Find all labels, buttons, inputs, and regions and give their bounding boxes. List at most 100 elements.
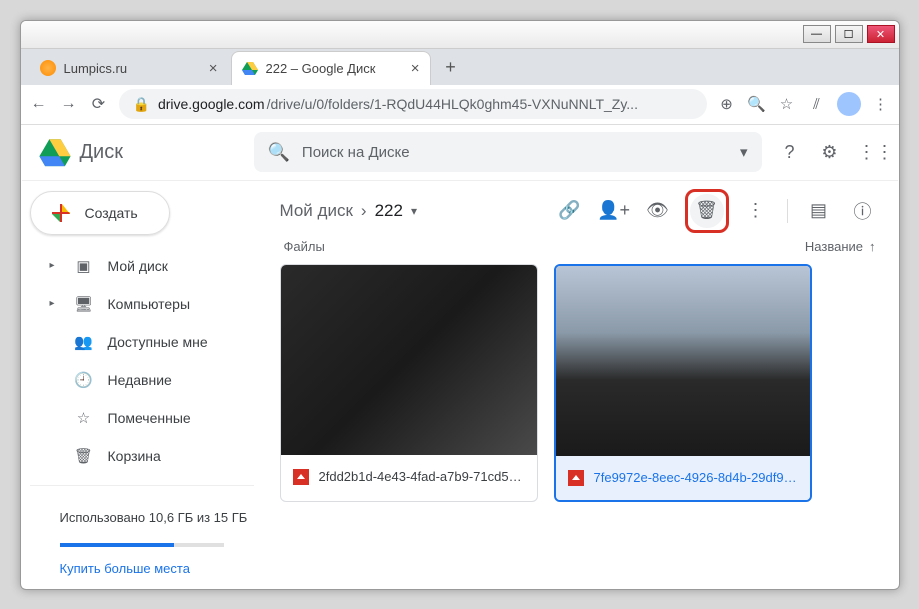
tab-close-icon[interactable]: ×	[209, 60, 218, 77]
settings-icon[interactable]: ⚙	[818, 142, 842, 163]
tab-label: 222 – Google Диск	[266, 61, 403, 76]
star-icon: ☆	[74, 409, 94, 427]
share-button[interactable]: 👤+	[597, 194, 631, 228]
browser-tab-strip: Lumpics.ru × 222 – Google Диск × +	[21, 49, 899, 85]
file-card[interactable]: 2fdd2b1d-4e43-4fad-a7b9-71cd58f...	[280, 264, 538, 502]
drive-logo-icon	[38, 135, 72, 169]
file-card-selected[interactable]: 7fe9972e-8eec-4926-8d4b-29df9b1...	[554, 264, 812, 502]
window-maximize-button[interactable]: ☐	[835, 25, 863, 43]
sidebar-item-starred[interactable]: ☆ Помеченные	[30, 401, 254, 435]
info-button[interactable]: ⓘ	[846, 194, 880, 228]
file-name: 7fe9972e-8eec-4926-8d4b-29df9b1...	[594, 470, 798, 485]
file-footer: 2fdd2b1d-4e43-4fad-a7b9-71cd58f...	[281, 455, 537, 499]
tab-google-drive[interactable]: 222 – Google Диск ×	[231, 51, 431, 85]
window-close-button[interactable]: ✕	[867, 25, 895, 43]
tab-lumpics[interactable]: Lumpics.ru ×	[29, 51, 229, 85]
sidebar-item-label: Компьютеры	[108, 296, 191, 312]
list-view-button[interactable]: ▤	[802, 194, 836, 228]
create-button[interactable]: Создать	[30, 191, 170, 235]
file-footer: 7fe9972e-8eec-4926-8d4b-29df9b1...	[556, 456, 810, 500]
section-label: Файлы	[284, 239, 325, 254]
create-label: Создать	[85, 205, 138, 221]
sidebar-item-mydrive[interactable]: ▸ ▣ Мой диск	[30, 249, 254, 283]
breadcrumb: Мой диск › 222 ▾	[280, 201, 417, 221]
sort-control[interactable]: Название ↑	[805, 239, 876, 254]
search-options-icon[interactable]: ▾	[740, 143, 748, 161]
file-grid: 2fdd2b1d-4e43-4fad-a7b9-71cd58f... 7fe99…	[280, 264, 880, 502]
storage-bar	[60, 543, 224, 547]
breadcrumb-root[interactable]: Мой диск	[280, 201, 353, 221]
window-minimize-button[interactable]: —	[803, 25, 831, 43]
trash-icon: 🗑	[74, 447, 94, 465]
tab-label: Lumpics.ru	[64, 61, 201, 76]
sidebar: Создать ▸ ▣ Мой диск ▸ 🖥 Компьютеры 👥 Доступн…	[22, 181, 262, 588]
buy-storage-link[interactable]: Купить больше места	[30, 551, 254, 576]
main-area: Мой диск › 222 ▾ 🔗 👤+ 👁 🗑 ⋮ ▤ ⓘ	[262, 181, 898, 588]
new-tab-button[interactable]: +	[437, 54, 465, 82]
url-path: /drive/u/0/folders/1-RQdU44HLQk0ghm45-VX…	[267, 96, 638, 112]
storage-text: Использовано 10,6 ГБ из 15 ГБ	[30, 498, 254, 534]
sidebar-item-label: Мой диск	[108, 258, 168, 274]
forward-button[interactable]: →	[59, 95, 79, 113]
sidebar-item-label: Корзина	[108, 448, 161, 464]
sidebar-item-recent[interactable]: 🕘 Недавние	[30, 363, 254, 397]
page-content: Диск 🔍 Поиск на Диске ▾ ? ⚙ ⋮⋮⋮ Создать …	[22, 125, 898, 588]
find-icon[interactable]: 🔍	[747, 95, 767, 113]
menu-icon[interactable]: ⋮	[871, 95, 891, 113]
divider	[787, 199, 788, 223]
expand-icon[interactable]: ▸	[50, 260, 60, 271]
drive-header: Диск 🔍 Поиск на Диске ▾ ? ⚙ ⋮⋮⋮	[22, 125, 898, 181]
search-icon: 🔍	[268, 142, 290, 163]
search-placeholder: Поиск на Диске	[302, 144, 728, 161]
sort-arrow-icon: ↑	[869, 239, 876, 254]
sidebar-item-computers[interactable]: ▸ 🖥 Компьютеры	[30, 287, 254, 321]
section-header: Файлы Название ↑	[280, 233, 880, 264]
address-bar: ← → ⟳ 🔒 drive.google.com /drive/u/0/fold…	[21, 85, 899, 125]
profile-avatar[interactable]	[837, 92, 861, 116]
sidebar-item-label: Помеченные	[108, 410, 191, 426]
tab-close-icon[interactable]: ×	[411, 60, 420, 77]
reload-button[interactable]: ⟳	[89, 94, 109, 114]
help-icon[interactable]: ?	[778, 142, 802, 163]
delete-button[interactable]: 🗑	[690, 194, 724, 228]
window-titlebar: — ☐ ✕	[21, 21, 899, 49]
url-input[interactable]: 🔒 drive.google.com /drive/u/0/folders/1-…	[119, 89, 707, 119]
lock-icon: 🔒	[133, 96, 150, 113]
url-domain: drive.google.com	[158, 96, 265, 112]
preview-button[interactable]: 👁	[641, 194, 675, 228]
delete-highlight: 🗑	[685, 189, 729, 233]
bookmark-icon[interactable]: ☆	[777, 95, 797, 113]
toolbar: Мой диск › 222 ▾ 🔗 👤+ 👁 🗑 ⋮ ▤ ⓘ	[280, 189, 880, 233]
clock-icon: 🕘	[74, 371, 94, 389]
link-button[interactable]: 🔗	[553, 194, 587, 228]
plus-icon	[49, 201, 73, 225]
drive-icon: ▣	[74, 257, 94, 275]
search-input[interactable]: 🔍 Поиск на Диске ▾	[254, 132, 762, 172]
sidebar-item-label: Доступные мне	[108, 334, 208, 350]
file-thumbnail	[556, 266, 810, 456]
sort-label: Название	[805, 239, 863, 254]
drive-product-name: Диск	[80, 141, 123, 164]
chevron-down-icon[interactable]: ▾	[411, 204, 417, 218]
storage-progress	[60, 543, 175, 547]
extensions-icon[interactable]: ⫽	[807, 96, 827, 113]
expand-icon[interactable]: ▸	[50, 298, 60, 309]
zoom-icon[interactable]: ⊕	[717, 95, 737, 113]
file-name: 2fdd2b1d-4e43-4fad-a7b9-71cd58f...	[319, 469, 525, 484]
computer-icon: 🖥	[74, 295, 94, 313]
back-button[interactable]: ←	[29, 95, 49, 113]
sidebar-item-trash[interactable]: 🗑 Корзина	[30, 439, 254, 473]
image-type-icon	[293, 469, 309, 485]
more-button[interactable]: ⋮	[739, 194, 773, 228]
sidebar-item-shared[interactable]: 👥 Доступные мне	[30, 325, 254, 359]
sidebar-item-label: Недавние	[108, 372, 172, 388]
apps-icon[interactable]: ⋮⋮⋮	[858, 142, 882, 163]
drive-body: Создать ▸ ▣ Мой диск ▸ 🖥 Компьютеры 👥 Доступн…	[22, 181, 898, 588]
drive-logo[interactable]: Диск	[38, 135, 238, 169]
file-thumbnail	[281, 265, 537, 455]
shared-icon: 👥	[74, 333, 94, 351]
breadcrumb-folder[interactable]: 222	[375, 201, 403, 221]
image-type-icon	[568, 470, 584, 486]
favicon-drive	[242, 60, 258, 76]
favicon-lumpics	[40, 60, 56, 76]
